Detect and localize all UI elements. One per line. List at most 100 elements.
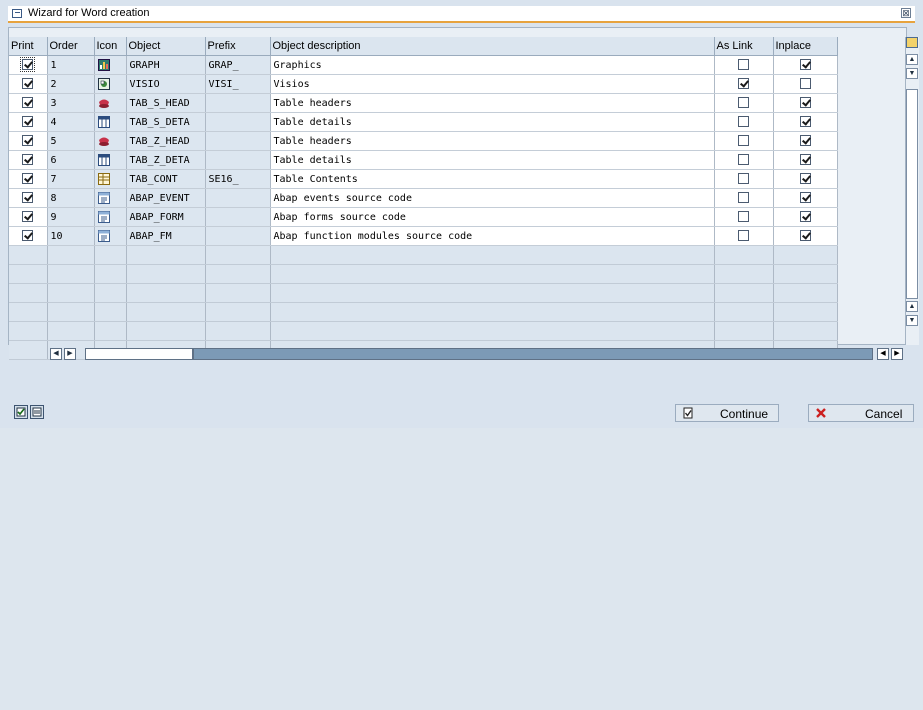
prefix-cell[interactable] bbox=[205, 226, 271, 246]
prefix-cell[interactable] bbox=[205, 112, 271, 132]
order-cell[interactable]: 3 bbox=[47, 93, 95, 113]
order-cell[interactable]: 8 bbox=[47, 188, 95, 208]
column-header-icon[interactable]: Icon bbox=[94, 37, 127, 56]
as-link-checkbox[interactable] bbox=[738, 173, 749, 185]
table-row[interactable]: 8 ABAP_EVENT Abap events source code bbox=[9, 188, 838, 208]
scroll-right-icon[interactable]: ▶ bbox=[64, 348, 76, 360]
close-icon[interactable]: ⊠ bbox=[901, 8, 911, 18]
prefix-cell[interactable] bbox=[205, 131, 271, 151]
as-link-checkbox[interactable] bbox=[738, 154, 749, 166]
print-checkbox[interactable] bbox=[22, 116, 34, 128]
horizontal-scroll-thumb[interactable] bbox=[85, 348, 193, 360]
table-settings-icon[interactable] bbox=[906, 37, 918, 48]
print-checkbox[interactable] bbox=[22, 154, 34, 166]
column-header-prefix[interactable]: Prefix bbox=[205, 37, 271, 56]
table-row[interactable]: 3 TAB_S_HEAD Table headers bbox=[9, 93, 838, 113]
horizontal-scroll-track[interactable] bbox=[193, 348, 873, 360]
description-cell[interactable]: Graphics bbox=[270, 55, 715, 75]
inplace-checkbox[interactable] bbox=[799, 59, 811, 71]
scroll-page-up-icon[interactable]: ▲ bbox=[906, 301, 918, 312]
as-link-checkbox[interactable] bbox=[738, 97, 749, 109]
table-row[interactable]: 6 TAB_Z_DETA Table details bbox=[9, 150, 838, 170]
column-header-order[interactable]: Order bbox=[47, 37, 95, 56]
print-checkbox[interactable] bbox=[22, 211, 34, 223]
description-cell[interactable]: Table headers bbox=[270, 93, 715, 113]
table-row[interactable]: 4 TAB_S_DETA Table details bbox=[9, 112, 838, 132]
as-link-checkbox[interactable] bbox=[738, 135, 749, 147]
as-link-checkbox[interactable] bbox=[738, 230, 749, 242]
prefix-cell[interactable] bbox=[205, 207, 271, 227]
object-cell: TAB_S_DETA bbox=[126, 112, 206, 132]
table-row[interactable]: 9 ABAP_FORM Abap forms source code bbox=[9, 207, 838, 227]
table-row[interactable]: 1 GRAPH GRAP_ Graphics bbox=[9, 55, 838, 75]
table-row[interactable]: 5 TAB_Z_HEAD Table headers bbox=[9, 131, 838, 151]
print-checkbox[interactable] bbox=[22, 230, 34, 242]
scroll-up-icon[interactable]: ▲ bbox=[906, 54, 918, 65]
description-cell[interactable]: Abap function modules source code bbox=[270, 226, 715, 246]
column-header-print[interactable]: Print bbox=[9, 37, 48, 56]
scroll-far-left-icon[interactable]: ◀ bbox=[877, 348, 889, 360]
inplace-checkbox[interactable] bbox=[799, 230, 811, 242]
inplace-checkbox[interactable] bbox=[799, 154, 811, 166]
prefix-cell[interactable] bbox=[205, 93, 271, 113]
description-cell[interactable]: Table headers bbox=[270, 131, 715, 151]
description-cell[interactable]: Abap forms source code bbox=[270, 207, 715, 227]
scroll-far-right-icon[interactable]: ▶ bbox=[891, 348, 903, 360]
print-checkbox[interactable] bbox=[22, 135, 34, 147]
prefix-cell[interactable]: GRAP_ bbox=[205, 55, 271, 75]
order-cell[interactable]: 6 bbox=[47, 150, 95, 170]
prefix-cell[interactable] bbox=[205, 188, 271, 208]
print-checkbox[interactable] bbox=[22, 97, 34, 109]
description-cell[interactable]: Table details bbox=[270, 150, 715, 170]
table-row[interactable]: 7 TAB_CONT SE16_ Table Contents bbox=[9, 169, 838, 189]
order-cell[interactable]: 7 bbox=[47, 169, 95, 189]
print-checkbox[interactable] bbox=[22, 192, 34, 204]
as-link-checkbox[interactable] bbox=[738, 78, 749, 90]
vertical-scrollbar[interactable]: ▲ ▼ ▲ ▼ bbox=[905, 37, 919, 345]
column-header-object[interactable]: Object bbox=[126, 37, 206, 56]
as-link-checkbox[interactable] bbox=[738, 116, 749, 128]
prefix-cell[interactable]: VISI_ bbox=[205, 74, 271, 94]
order-cell[interactable]: 2 bbox=[47, 74, 95, 94]
order-cell[interactable]: 4 bbox=[47, 112, 95, 132]
inplace-checkbox[interactable] bbox=[799, 78, 811, 90]
inplace-checkbox[interactable] bbox=[799, 211, 811, 223]
continue-button[interactable]: Continue bbox=[675, 404, 779, 422]
table-row[interactable]: 10 ABAP_FM Abap function modules source co… bbox=[9, 226, 838, 246]
horizontal-scrollbar[interactable]: ◀ ▶ bbox=[50, 348, 875, 362]
empty-cell bbox=[126, 321, 206, 341]
order-cell[interactable]: 1 bbox=[47, 55, 95, 75]
prefix-cell[interactable] bbox=[205, 150, 271, 170]
inplace-checkbox[interactable] bbox=[799, 135, 811, 147]
order-cell[interactable]: 10 bbox=[47, 226, 95, 246]
inplace-checkbox[interactable] bbox=[799, 116, 811, 128]
description-cell[interactable]: Abap events source code bbox=[270, 188, 715, 208]
scroll-down-icon[interactable]: ▼ bbox=[906, 68, 918, 79]
inplace-checkbox[interactable] bbox=[799, 192, 811, 204]
print-checkbox[interactable] bbox=[22, 78, 34, 90]
order-cell[interactable]: 5 bbox=[47, 131, 95, 151]
print-checkbox[interactable] bbox=[22, 173, 34, 185]
vertical-scroll-track[interactable] bbox=[906, 89, 918, 299]
description-cell[interactable]: Table details bbox=[270, 112, 715, 132]
prefix-cell[interactable]: SE16_ bbox=[205, 169, 271, 189]
column-header-as-link[interactable]: As Link bbox=[714, 37, 774, 56]
select-all-button[interactable] bbox=[14, 405, 28, 419]
inplace-checkbox[interactable] bbox=[799, 173, 811, 185]
description-cell[interactable]: Visios bbox=[270, 74, 715, 94]
column-header-description[interactable]: Object description bbox=[270, 37, 715, 56]
column-header-inplace[interactable]: Inplace bbox=[773, 37, 838, 56]
scroll-left-icon[interactable]: ◀ bbox=[50, 348, 62, 360]
as-link-checkbox[interactable] bbox=[738, 211, 749, 223]
inplace-checkbox[interactable] bbox=[799, 97, 811, 109]
as-link-checkbox[interactable] bbox=[738, 192, 749, 204]
scroll-page-down-icon[interactable]: ▼ bbox=[906, 315, 918, 326]
empty-cell bbox=[9, 245, 48, 265]
as-link-checkbox[interactable] bbox=[738, 59, 749, 71]
deselect-all-button[interactable] bbox=[30, 405, 44, 419]
cancel-button[interactable]: Cancel bbox=[808, 404, 914, 422]
table-row[interactable]: 2 VISIO VISI_ Visios bbox=[9, 74, 838, 94]
print-checkbox[interactable] bbox=[20, 57, 36, 73]
description-cell[interactable]: Table Contents bbox=[270, 169, 715, 189]
order-cell[interactable]: 9 bbox=[47, 207, 95, 227]
